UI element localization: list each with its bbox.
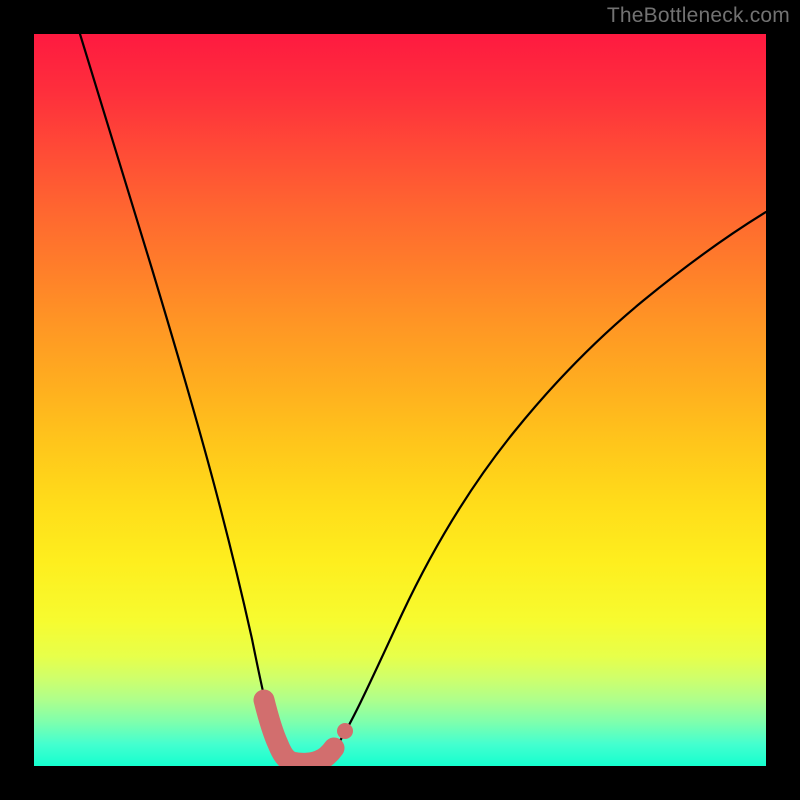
curve-left-branch	[80, 34, 282, 756]
watermark-text: TheBottleneck.com	[607, 4, 790, 28]
plot-area	[34, 34, 766, 766]
chart-stage: TheBottleneck.com	[0, 0, 800, 800]
highlight-end-dot	[337, 723, 353, 739]
curve-right-branch	[282, 212, 766, 763]
highlight-segment	[264, 700, 334, 763]
chart-svg	[34, 34, 766, 766]
